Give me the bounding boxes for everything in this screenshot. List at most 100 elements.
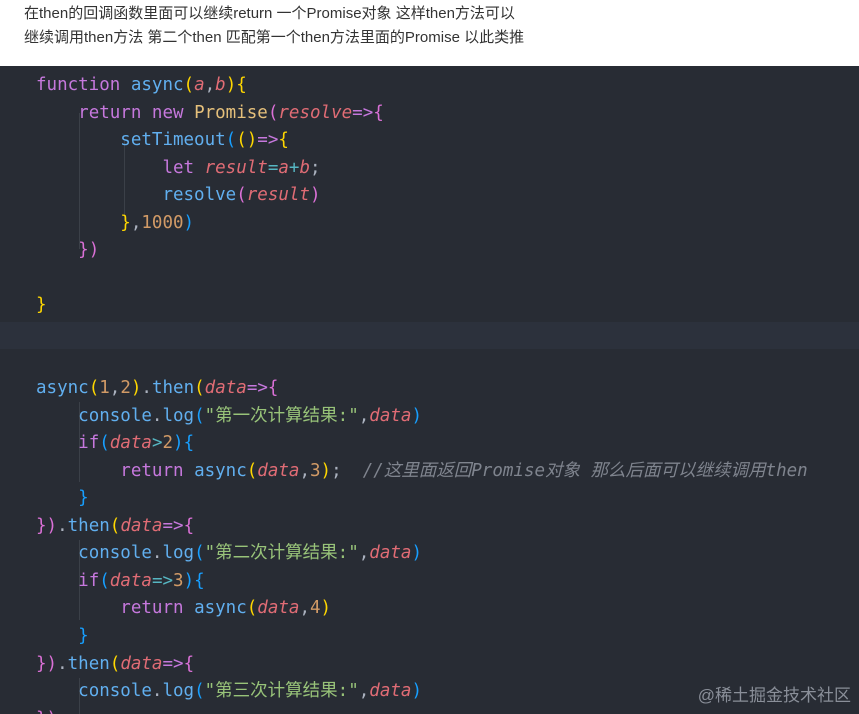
page: 在then的回调函数里面可以继续return 一个Promise对象 这样the…	[0, 0, 859, 714]
code-line: if(data>2){	[36, 430, 194, 457]
code-line: return new Promise(resolve=>{	[36, 100, 384, 127]
code-token: (	[99, 570, 110, 591]
code-token: (	[183, 75, 195, 95]
code-line: })	[36, 237, 99, 264]
code-token: 1000	[141, 212, 184, 233]
code-line: console.log("第三次计算结果:",data)	[36, 678, 422, 705]
code-token: ,	[358, 405, 370, 426]
code-token: =>	[352, 102, 374, 123]
code-token: data	[257, 460, 300, 481]
code-token: }	[36, 295, 47, 316]
code-token: =>	[257, 130, 279, 151]
code-token: data	[369, 681, 412, 702]
code-token: console	[78, 681, 152, 702]
code-line: resolve(result)	[36, 182, 320, 209]
code-token: (	[246, 460, 258, 481]
code-token: data	[109, 570, 152, 591]
watermark: @稀土掘金技术社区	[697, 686, 851, 705]
code-token: ,	[358, 681, 370, 702]
code-token: data	[257, 598, 300, 619]
code-token: then	[67, 653, 110, 674]
code-token: "第二次计算结果:"	[204, 543, 359, 564]
code-line: }).then(data=>{	[36, 651, 194, 678]
code-token: .	[151, 681, 163, 702]
code-token: if	[78, 570, 100, 591]
code-token: 4	[310, 598, 321, 619]
code-token: result	[204, 157, 268, 178]
intro-line-2: 继续调用then方法 第二个then 匹配第一个then方法里面的Promise…	[24, 29, 525, 46]
code-token: =>	[151, 570, 174, 591]
code-token: 2	[162, 433, 174, 454]
code-token: })	[36, 515, 58, 536]
code-token: ,	[130, 212, 142, 233]
code-line: async(1,2).then(data=>{	[36, 375, 278, 402]
code-line: }	[36, 485, 89, 512]
code-token: =	[267, 157, 279, 178]
code-token: {	[278, 130, 289, 151]
code-line: }	[36, 292, 47, 319]
code-token: .	[141, 378, 152, 399]
code-token: (	[88, 378, 100, 399]
code-token: (	[109, 515, 121, 536]
code-token: })	[36, 709, 57, 714]
code-token: (	[267, 102, 279, 123]
code-token: return	[120, 598, 184, 619]
code-token: =>	[162, 653, 184, 674]
code-token: "第一次计算结果:"	[204, 405, 359, 426]
code-token: +	[288, 157, 300, 178]
code-token: }	[78, 488, 89, 509]
code-token: })	[36, 653, 58, 674]
code-token: .	[57, 653, 68, 674]
code-token: })	[78, 240, 100, 261]
code-token: resolve	[278, 102, 353, 123]
code-token: then	[151, 378, 195, 399]
code-line: }	[36, 623, 89, 650]
code-token: )	[411, 543, 422, 564]
code-token: )	[183, 212, 195, 233]
code-token: data	[109, 433, 152, 454]
code-token: )	[173, 433, 184, 454]
code-token: )	[320, 460, 332, 481]
code-line: console.log("第二次计算结果:",data)	[36, 540, 422, 567]
code-line: setTimeout(()=>{	[36, 127, 289, 154]
code-token: data	[369, 405, 412, 426]
code-token: (	[109, 653, 121, 674]
code-token: .	[151, 543, 163, 564]
code-token: async	[130, 75, 184, 95]
code-token: ,	[204, 75, 216, 95]
code-token: async	[194, 598, 247, 619]
code-token: )	[130, 378, 142, 399]
code-block: function async(a,b){ return new Promise(…	[0, 66, 859, 714]
code-token: console	[78, 405, 152, 426]
code-line: function async(a,b){	[36, 72, 247, 99]
code-token: a	[278, 157, 289, 178]
code-token: )	[183, 570, 195, 591]
code-token: >	[151, 433, 163, 454]
code-token: console	[78, 543, 152, 564]
code-token: {	[183, 515, 195, 536]
code-token: data	[120, 515, 163, 536]
code-token: (	[236, 185, 247, 206]
code-token: .	[57, 515, 68, 536]
code-token: {	[267, 378, 279, 399]
code-line: if(data=>3){	[36, 568, 205, 595]
code-token: async	[194, 460, 247, 481]
code-token: 3	[173, 570, 184, 591]
code-token: data	[120, 653, 163, 674]
code-line: return async(data,4)	[36, 595, 331, 622]
